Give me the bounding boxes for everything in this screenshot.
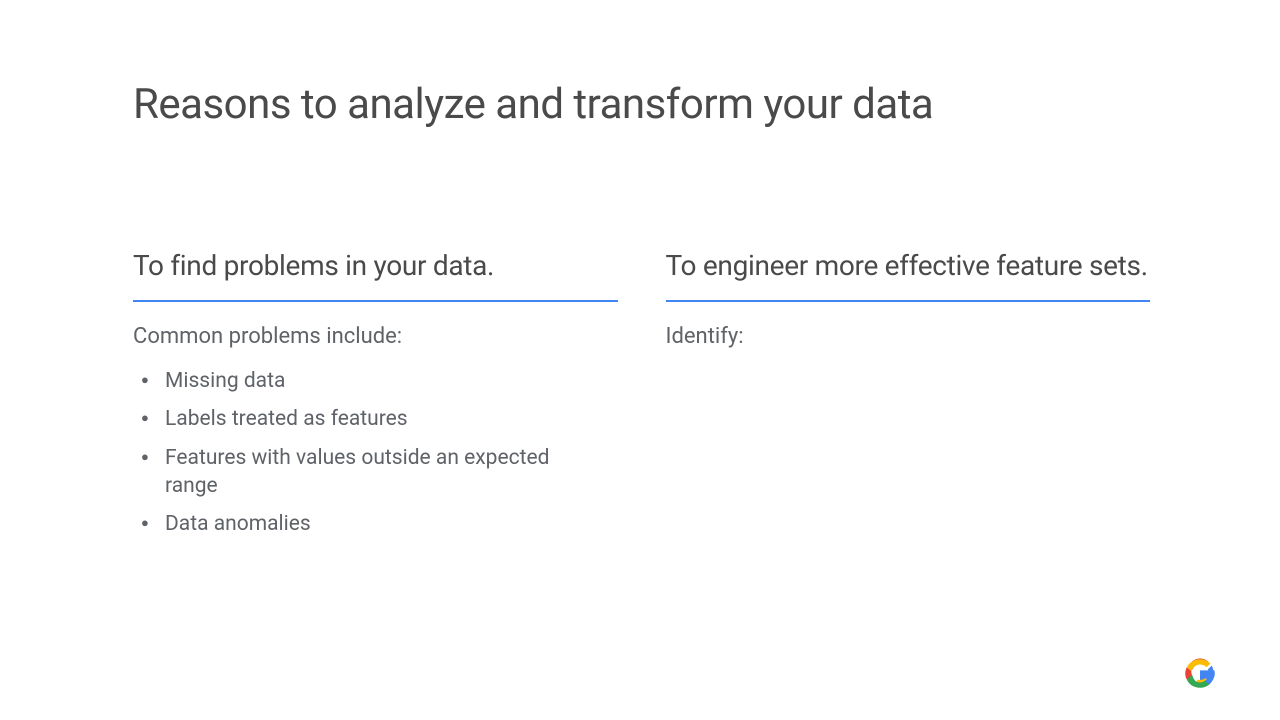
slide-container: Reasons to analyze and transform your da…: [0, 0, 1280, 549]
slide-title: Reasons to analyze and transform your da…: [133, 80, 1150, 129]
left-bullet-list: Missing data Labels treated as features …: [133, 367, 618, 539]
bullet-item: Data anomalies: [165, 510, 595, 538]
right-column-heading: To engineer more effective feature sets.: [666, 249, 1151, 302]
bullet-item: Features with values outside an expected…: [165, 444, 595, 501]
bullet-item: Labels treated as features: [165, 405, 595, 433]
columns-wrapper: To find problems in your data. Common pr…: [133, 249, 1150, 549]
right-column: To engineer more effective feature sets.…: [666, 249, 1151, 549]
google-cloud-logo-icon: [1182, 654, 1218, 690]
right-column-subheading: Identify:: [666, 324, 1151, 349]
bullet-item: Missing data: [165, 367, 595, 395]
left-column-heading: To find problems in your data.: [133, 249, 618, 302]
left-column-subheading: Common problems include:: [133, 324, 618, 349]
left-column: To find problems in your data. Common pr…: [133, 249, 618, 549]
